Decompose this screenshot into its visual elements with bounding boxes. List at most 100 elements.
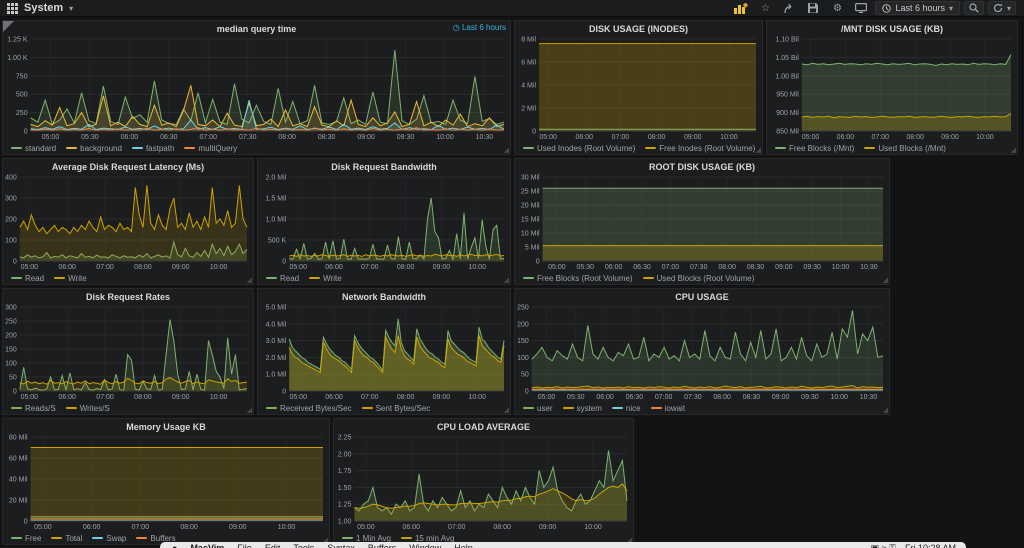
svg-text:10:00: 10:00	[210, 264, 228, 271]
tv-mode-icon[interactable]	[851, 2, 871, 15]
menubar-item-tools[interactable]: Tools	[293, 543, 314, 548]
chart-mnt-disk-usage[interactable]: 05:00 06:00 07:00 08:00 09:00 10:00 850 Mil 900…	[767, 36, 1017, 142]
panel-title[interactable]: CPU USAGE	[675, 292, 729, 302]
legend-item[interactable]: Used Blocks (Root Volume)	[642, 274, 754, 283]
svg-text:10:00: 10:00	[278, 524, 296, 531]
panel-title[interactable]: Average Disk Request Latency (Ms)	[52, 162, 204, 172]
legend-item[interactable]: Swap	[92, 534, 126, 543]
panel-resize-handle[interactable]: ◢	[247, 277, 252, 284]
chart-disk-request-rates[interactable]: 05:00 06:00 07:00 08:00 09:00 10:00 0 50 100 150 2…	[3, 304, 253, 402]
legend-item[interactable]: fastpath	[131, 144, 174, 153]
legend-item[interactable]: Free Blocks (/Mnt)	[775, 144, 854, 153]
panel-title[interactable]: Disk Request Rates	[86, 292, 170, 302]
menubar-item-help[interactable]: Help	[454, 543, 473, 548]
menubar-item-file[interactable]: File	[237, 543, 252, 548]
legend-item[interactable]: Write	[54, 274, 87, 283]
chart-cpu-load-average[interactable]: 05:00 06:00 07:00 08:00 09:00 10:00 1.00 1.25 1.…	[334, 434, 633, 532]
panel-title[interactable]: Disk Request Bandwidth	[331, 162, 437, 172]
legend-swatch-icon	[400, 537, 412, 539]
panel-resize-handle[interactable]: ◢	[883, 277, 888, 284]
legend-swatch-icon	[562, 407, 574, 409]
legend-item[interactable]: standard	[11, 144, 56, 153]
apple-menu-icon[interactable]: ●	[172, 543, 177, 548]
legend-item[interactable]: Read	[266, 274, 299, 283]
menubar-item-window[interactable]: Window	[409, 543, 441, 548]
chart-disk-request-bandwidth[interactable]: 05:00 06:00 07:00 08:00 09:00 10:00 0 500 K 1.0 …	[258, 174, 510, 272]
zoom-out-button[interactable]	[963, 1, 984, 15]
legend: Reads/S Writes/S	[3, 402, 253, 414]
panel-resize-handle[interactable]: ◢	[1011, 147, 1016, 154]
legend-item[interactable]: iowait	[650, 404, 685, 413]
legend-item[interactable]: system	[562, 404, 602, 413]
legend-item[interactable]: Used Blocks (/Mnt)	[864, 144, 946, 153]
chart-root-disk-usage[interactable]: 05:00 05:30 06:00 06:30 07:00 07:30 08:00 08:30…	[515, 174, 889, 272]
panel-title[interactable]: /MNT DISK USAGE (KB)	[841, 24, 943, 34]
menubar-item-edit[interactable]: Edit	[265, 543, 281, 548]
legend: Read Write	[258, 272, 510, 284]
star-icon[interactable]: ☆	[755, 2, 775, 15]
refresh-button[interactable]: ▾	[987, 1, 1016, 15]
legend-item[interactable]: background	[66, 144, 122, 153]
panel-title[interactable]: DISK USAGE (INODES)	[589, 24, 688, 34]
menubar-status-icons[interactable]: ▣ ≈ ⚿	[871, 543, 896, 548]
svg-text:05:00: 05:00	[539, 134, 557, 141]
panel-title[interactable]: median query time	[217, 24, 297, 34]
legend-item[interactable]: Writes/S	[65, 404, 110, 413]
legend-swatch-icon	[11, 147, 22, 149]
panel-resize-handle[interactable]: ◢	[504, 147, 509, 154]
panel-title[interactable]: CPU LOAD AVERAGE	[437, 422, 530, 432]
legend-item[interactable]: Sent Bytes/Sec	[361, 404, 430, 413]
svg-text:05:30: 05:30	[567, 394, 585, 401]
svg-text:8 Mil: 8 Mil	[521, 37, 536, 44]
svg-text:50: 50	[9, 375, 17, 382]
legend-item[interactable]: user	[523, 404, 553, 413]
panel-resize-handle[interactable]: ◢	[504, 407, 509, 414]
add-panel-icon[interactable]	[731, 2, 751, 15]
legend-item[interactable]: Write	[309, 274, 342, 283]
svg-text:0: 0	[536, 259, 540, 266]
time-range-picker[interactable]: Last 6 hours ▾	[875, 1, 960, 15]
legend-swatch-icon	[523, 277, 534, 279]
legend-item[interactable]: Used Inodes (Root Volume)	[523, 144, 635, 153]
legend-item[interactable]: Reads/S	[11, 404, 56, 413]
save-icon[interactable]	[803, 2, 823, 15]
chart-avg-disk-request-latency[interactable]: 05:00 06:00 07:00 08:00 09:00 10:00 0 100 200 300…	[3, 174, 253, 272]
panel-resize-handle[interactable]: ◢	[756, 147, 761, 154]
panel-title[interactable]: ROOT DISK USAGE (KB)	[649, 162, 755, 172]
panel-interval-badge[interactable]: ◷ Last 6 hours	[453, 23, 506, 32]
legend-item[interactable]: Free Inodes (Root Volume)	[645, 144, 755, 153]
legend-item[interactable]: Free	[11, 534, 41, 543]
chart-disk-usage-inodes[interactable]: 05:00 06:00 07:00 08:00 09:00 10:00 0 2 Mil 4 Mi…	[515, 36, 762, 142]
panel-title[interactable]: Network Bandwidth	[342, 292, 426, 302]
svg-text:10 Mil: 10 Mil	[521, 231, 540, 238]
svg-text:10:00: 10:00	[436, 134, 454, 141]
panel-title[interactable]: Memory Usage KB	[126, 422, 206, 432]
menubar-clock[interactable]: Fri 10:28 AM	[905, 543, 956, 548]
panel-info-corner-icon[interactable]	[3, 21, 14, 32]
chart-cpu-usage[interactable]: 05:00 05:30 06:00 06:30 07:00 07:30 08:00 08:30…	[515, 304, 889, 402]
legend-item[interactable]: Free Blocks (Root Volume)	[523, 274, 633, 283]
legend-item[interactable]: Total	[51, 534, 82, 543]
legend-item[interactable]: Read	[11, 274, 44, 283]
dashboard-title[interactable]: System	[24, 2, 63, 14]
svg-text:07:00: 07:00	[96, 264, 114, 271]
legend-item[interactable]: nice	[611, 404, 641, 413]
svg-text:05:30: 05:30	[81, 134, 99, 141]
chart-network-bandwidth[interactable]: 05:00 06:00 07:00 08:00 09:00 10:00 0 1.0 Mil 2.…	[258, 304, 510, 402]
share-icon[interactable]	[779, 2, 799, 15]
dashboard-dropdown-caret-icon[interactable]: ▾	[69, 4, 73, 13]
menubar-item-syntax[interactable]: Syntax	[327, 543, 355, 548]
chart-memory-usage[interactable]: 05:00 06:00 07:00 08:00 09:00 10:00 0 20 Mil 40 …	[3, 434, 329, 532]
menubar-app-name[interactable]: MacVim	[190, 543, 224, 548]
menubar-item-buffers[interactable]: Buffers	[368, 543, 396, 548]
chart-median-query-time[interactable]: 05:00 05:30 06:00 06:30 07:00 07:30 08:00 08:30…	[3, 36, 510, 142]
legend-item[interactable]: Received Bytes/Sec	[266, 404, 352, 413]
settings-gear-icon[interactable]: ⚙	[827, 2, 847, 15]
legend-label: user	[537, 403, 553, 413]
legend-item[interactable]: multiQuery	[184, 144, 237, 153]
panel-resize-handle[interactable]: ◢	[504, 277, 509, 284]
panel-resize-handle[interactable]: ◢	[883, 407, 888, 414]
svg-text:05:30: 05:30	[576, 264, 594, 271]
dashboards-grid-icon[interactable]	[7, 2, 18, 14]
panel-resize-handle[interactable]: ◢	[247, 407, 252, 414]
